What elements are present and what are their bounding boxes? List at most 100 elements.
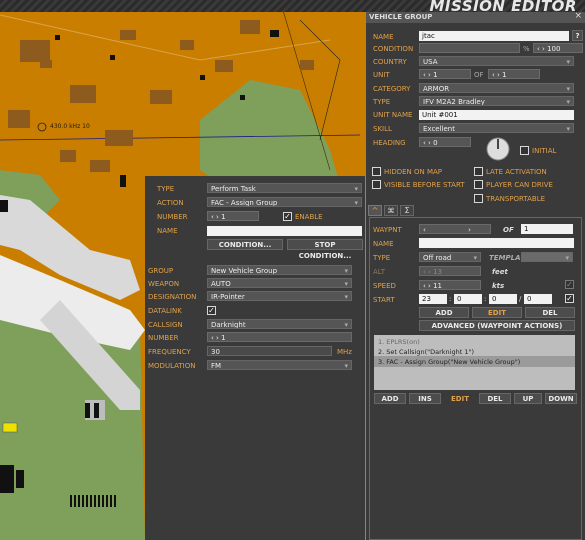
tab-summary[interactable]: Σ <box>400 205 414 216</box>
wp-type-dropdown[interactable]: Off road <box>419 252 481 262</box>
frequency-label: FREQUENCY <box>148 348 191 356</box>
number-stepper[interactable]: ‹ › 1 <box>207 211 259 221</box>
speed-lock-checkbox[interactable]: ✓ <box>565 280 574 289</box>
action-dropdown[interactable]: FAC - Assign Group <box>207 197 362 207</box>
action-item-1[interactable]: 1. EPLRS(on) <box>378 338 420 346</box>
unit-stepper[interactable]: ‹ › 1 <box>419 69 471 79</box>
heading-dial-icon[interactable] <box>486 137 510 161</box>
condition-button[interactable]: CONDITION... <box>207 239 283 250</box>
action-del-button[interactable]: DEL <box>479 393 511 404</box>
frequency-input[interactable]: 30 <box>207 346 332 356</box>
start-seconds[interactable]: 0 <box>489 294 517 304</box>
datalink-checkbox[interactable]: ✓ <box>207 306 216 315</box>
action-item-2[interactable]: 2. Set Callsign("Darknight 1") <box>378 348 474 356</box>
map-scale-label: 430.0 kHz 10 <box>50 123 90 130</box>
action-panel: TYPE Perform Task ACTION FAC - Assign Gr… <box>145 176 365 540</box>
number2-value: 1 <box>221 334 226 342</box>
actions-list[interactable]: 1. EPLRS(on) 2. Set Callsign("Darknight … <box>374 335 575 390</box>
designation-dropdown[interactable]: IR-Pointer <box>207 291 352 301</box>
action-add-button[interactable]: ADD <box>374 393 406 404</box>
visible-before-start-checkbox[interactable] <box>372 180 381 189</box>
vg-name-input[interactable]: jtac <box>419 31 569 41</box>
skill-label: SKILL <box>373 125 392 133</box>
modulation-label: MODULATION <box>148 362 196 370</box>
name-input[interactable] <box>207 226 362 236</box>
modulation-dropdown[interactable]: FM <box>207 360 352 370</box>
heading-stepper[interactable]: ‹ › 0 <box>419 137 471 147</box>
player-can-drive-label: PLAYER CAN DRIVE <box>486 181 553 189</box>
advanced-waypoint-actions-button[interactable]: ADVANCED (WAYPOINT ACTIONS) <box>419 320 575 331</box>
action-up-button[interactable]: UP <box>514 393 542 404</box>
number-value: 1 <box>221 213 226 221</box>
wp-edit-button[interactable]: EDIT <box>472 307 522 318</box>
stop-condition-button[interactable]: STOP CONDITION... <box>287 239 363 260</box>
action-item-3[interactable]: 3. FAC - Assign Group("New Vehicle Group… <box>378 358 520 366</box>
action-down-button[interactable]: DOWN <box>545 393 577 404</box>
transportable-label: TRANSPORTABLE <box>486 195 546 203</box>
waypnt-label: WAYPNT <box>373 226 402 234</box>
wp-name-input[interactable] <box>419 238 574 248</box>
number2-stepper[interactable]: ‹ › 1 <box>207 332 352 342</box>
unit-name-input[interactable]: Unit #001 <box>419 110 574 120</box>
player-can-drive-checkbox[interactable] <box>474 180 483 189</box>
condition-value: 100 <box>547 45 561 53</box>
wp-add-button[interactable]: ADD <box>419 307 469 318</box>
unit-of-label: OF <box>474 71 484 79</box>
weapon-label: WEAPON <box>148 280 180 288</box>
speed-stepper[interactable]: ‹ › 11 <box>419 280 481 290</box>
designation-label: DESIGNATION <box>148 293 197 301</box>
start-hours[interactable]: 23 <box>419 294 447 304</box>
action-ins-button[interactable]: INS <box>409 393 441 404</box>
start-minutes[interactable]: 0 <box>454 294 482 304</box>
category-label: CATEGORY <box>373 85 411 93</box>
type-dropdown[interactable]: Perform Task <box>207 183 362 193</box>
start-checkbox[interactable]: ✓ <box>565 294 574 303</box>
speed-unit: kts <box>492 282 505 290</box>
condition-stepper[interactable]: ‹ › 100 <box>533 43 583 53</box>
enable-label: ENABLE <box>295 213 323 221</box>
vehicle-group-panel: VEHICLE GROUP × NAME jtac ? CONDITION % … <box>366 11 585 540</box>
alt-label: ALT <box>373 268 386 276</box>
wp-del-button[interactable]: DEL <box>525 307 575 318</box>
title-bar: MISSION EDITOR <box>0 0 585 15</box>
weapon-dropdown[interactable]: AUTO <box>207 278 352 288</box>
speed-value: 11 <box>433 282 442 290</box>
late-activation-checkbox[interactable] <box>474 167 483 176</box>
initial-checkbox[interactable] <box>520 146 529 155</box>
unit-of-stepper[interactable]: ‹ › 1 <box>488 69 540 79</box>
alt-stepper[interactable]: ‹ › 13 <box>419 266 481 276</box>
callsign-label: CALLSIGN <box>148 321 183 329</box>
waypnt-stepper[interactable]: ‹ › <box>419 224 491 234</box>
type-label: TYPE <box>157 185 175 193</box>
transportable-checkbox[interactable] <box>474 194 483 203</box>
group-dropdown[interactable]: New Vehicle Group <box>207 265 352 275</box>
number2-label: NUMBER <box>148 334 179 342</box>
unit-label: UNIT <box>373 71 390 79</box>
help-button[interactable]: ? <box>572 30 583 41</box>
enable-checkbox[interactable]: ✓ <box>283 212 292 221</box>
tab-route[interactable]: ^ <box>368 205 382 216</box>
wp-name-label: NAME <box>373 240 394 248</box>
waypnt-of-input[interactable]: 1 <box>521 224 573 234</box>
unit-of-value: 1 <box>502 71 507 79</box>
category-dropdown[interactable]: ARMOR <box>419 83 574 93</box>
hidden-on-map-checkbox[interactable] <box>372 167 381 176</box>
vg-condition-input[interactable] <box>419 43 520 53</box>
skill-dropdown[interactable]: Excellent <box>419 123 574 133</box>
visible-before-start-label: VISIBLE BEFORE START <box>384 181 465 189</box>
country-dropdown[interactable]: USA <box>419 56 574 66</box>
start-days[interactable]: 0 <box>524 294 552 304</box>
unit-name-label: UNIT NAME <box>373 111 413 119</box>
close-icon[interactable]: × <box>574 11 582 21</box>
template-dropdown[interactable] <box>521 252 573 262</box>
action-edit-button[interactable]: EDIT <box>444 393 476 404</box>
heading-label: HEADING <box>373 139 406 147</box>
callsign-dropdown[interactable]: Darknight <box>207 319 352 329</box>
templa-label: TEMPLA <box>489 254 521 262</box>
vg-type-dropdown[interactable]: IFV M2A2 Bradley <box>419 96 574 106</box>
alt-unit: feet <box>492 268 508 276</box>
alt-value: 13 <box>433 268 442 276</box>
tab-triggers[interactable]: ⌘ <box>384 205 398 216</box>
vg-type-label: TYPE <box>373 98 391 106</box>
datalink-label: DATALINK <box>148 307 182 315</box>
